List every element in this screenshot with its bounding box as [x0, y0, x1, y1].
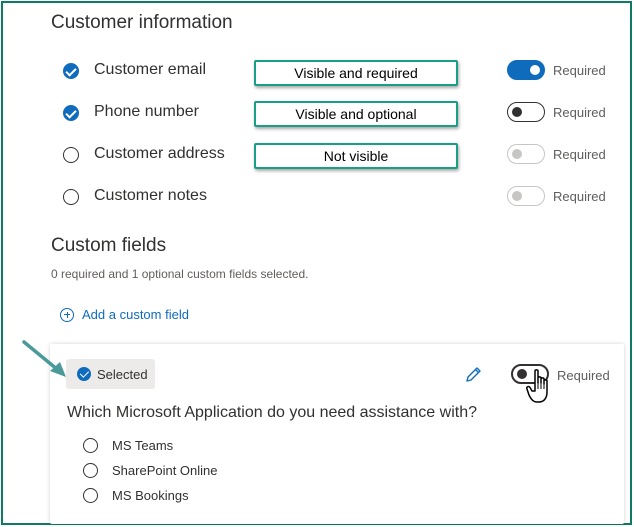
custom-fields-summary: 0 required and 1 optional custom fields …: [51, 267, 309, 281]
toggle-knob: [512, 107, 522, 117]
required-toggle-customer-notes[interactable]: [507, 186, 545, 206]
toggle-knob: [530, 65, 540, 75]
option-ms-teams[interactable]: MS Teams: [83, 438, 173, 453]
check-circle-icon[interactable]: [63, 63, 79, 79]
radio-empty-icon: [83, 438, 98, 453]
radio-empty-icon: [83, 463, 98, 478]
callout-not-visible: Not visible: [254, 143, 458, 169]
check-circle-icon: [77, 367, 91, 381]
pencil-icon[interactable]: [464, 364, 484, 384]
customer-information-title: Customer information: [51, 12, 233, 33]
callout-visible-optional: Visible and optional: [254, 101, 458, 127]
radio-empty-icon: [83, 488, 98, 503]
option-label: MS Bookings: [112, 488, 189, 503]
selected-label: Selected: [97, 366, 148, 382]
radio-empty-icon[interactable]: [63, 147, 79, 163]
option-ms-bookings[interactable]: MS Bookings: [83, 488, 189, 503]
required-toggle-phone-number[interactable]: [507, 102, 545, 122]
toggle-knob: [512, 149, 522, 159]
required-label: Required: [553, 63, 606, 78]
field-label: Phone number: [94, 103, 199, 120]
add-custom-field-label: Add a custom field: [82, 307, 189, 322]
required-toggle-customer-email[interactable]: [507, 60, 545, 80]
option-label: MS Teams: [112, 438, 174, 453]
add-custom-field-button[interactable]: Add a custom field: [60, 307, 189, 322]
radio-empty-icon[interactable]: [63, 189, 79, 205]
callout-visible-required: Visible and required: [254, 60, 458, 86]
question-text: Which Microsoft Application do you need …: [67, 404, 477, 421]
required-label: Required: [557, 368, 610, 383]
required-label: Required: [553, 147, 606, 162]
required-label: Required: [553, 105, 606, 120]
hand-cursor-icon: [526, 369, 548, 403]
option-label: SharePoint Online: [112, 463, 218, 478]
selected-chip[interactable]: Selected: [66, 359, 155, 389]
toggle-knob: [512, 191, 522, 201]
required-label: Required: [553, 189, 606, 204]
check-circle-icon[interactable]: [63, 105, 79, 121]
field-label: Customer email: [94, 61, 207, 78]
field-label: Customer notes: [94, 187, 207, 204]
required-toggle-customer-address[interactable]: [507, 144, 545, 164]
option-sharepoint-online[interactable]: SharePoint Online: [83, 463, 218, 478]
field-label: Customer address: [94, 145, 225, 162]
plus-circle-icon: [60, 307, 74, 322]
custom-fields-title: Custom fields: [51, 235, 167, 256]
arrow-icon: [22, 340, 66, 377]
